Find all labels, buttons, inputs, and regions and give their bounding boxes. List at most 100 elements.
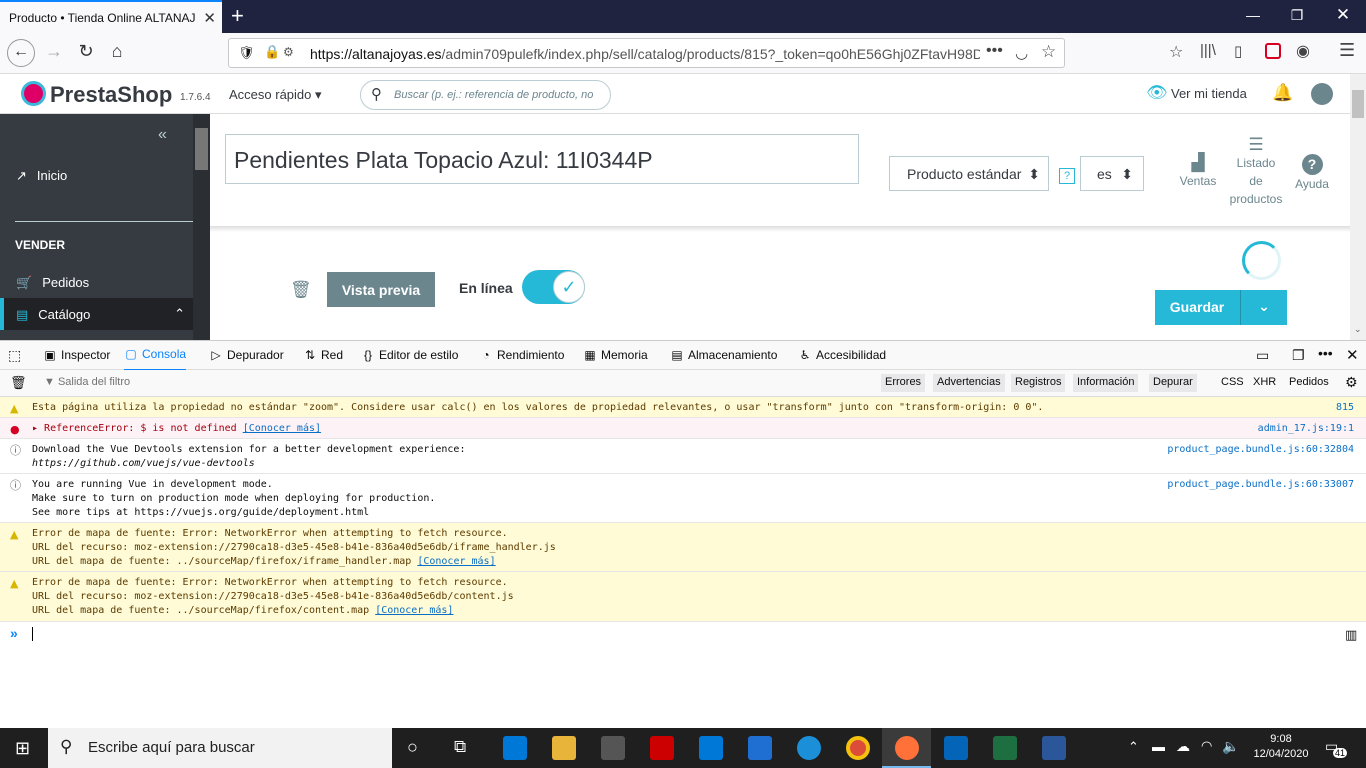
message-source[interactable]: 815 <box>1336 401 1354 415</box>
filter-css[interactable]: CSS <box>1221 376 1244 388</box>
scroll-down-icon[interactable]: ⌄ <box>1354 324 1362 335</box>
back-icon[interactable]: ← <box>7 39 35 67</box>
close-icon[interactable]: ✕ <box>203 9 216 27</box>
window-close-icon[interactable]: ✕ <box>1333 5 1353 25</box>
page-scrollbar[interactable]: ⌄ <box>1350 74 1366 340</box>
firefox-taskbar-button[interactable] <box>882 728 931 768</box>
filter-input[interactable]: ▼ Salida del filtro <box>44 376 130 388</box>
windows-start-icon[interactable]: ⊞ <box>15 738 30 759</box>
view-store-link[interactable]: Ver mi tienda <box>1171 86 1247 101</box>
chevron-down-icon[interactable]: ⌄ <box>1240 290 1287 325</box>
battery-icon[interactable]: ▬ <box>1152 739 1165 754</box>
bell-icon[interactable]: 🔔 <box>1272 83 1293 103</box>
bookmark-star-icon[interactable]: ☆ <box>1041 42 1056 62</box>
restore-icon[interactable]: ❐ <box>1287 7 1307 24</box>
filter-logs[interactable]: Registros <box>1011 374 1066 392</box>
filter-warnings[interactable]: Advertencias <box>933 374 1005 392</box>
message-source[interactable]: admin_17.js:19:1 <box>1258 422 1354 436</box>
more-icon[interactable]: ••• <box>1318 345 1333 361</box>
filter-errors[interactable]: Errores <box>881 374 926 392</box>
file-explorer-icon[interactable] <box>552 736 576 760</box>
tab-accessibility[interactable]: ♿ Accesibilidad <box>798 348 886 362</box>
gift-icon[interactable] <box>650 736 674 760</box>
tab-performance[interactable]: ◔ Rendimiento <box>479 348 564 362</box>
edge-icon[interactable] <box>503 736 527 760</box>
trash-icon[interactable]: 🗑 <box>290 280 312 300</box>
pocket-extension-icon[interactable] <box>1265 43 1281 59</box>
library-icon[interactable]: |||\ <box>1200 42 1216 59</box>
message-source[interactable]: product_page.bundle.js:60:33007 <box>1167 478 1354 492</box>
clock[interactable]: 9:08 12/04/2020 <box>1249 732 1313 762</box>
product-list-button[interactable]: ☰ Listado de productos <box>1225 136 1287 208</box>
product-type-select[interactable]: Producto estándar ⬍ <box>889 156 1049 191</box>
filter-xhr[interactable]: XHR <box>1253 376 1276 388</box>
mail-icon[interactable] <box>699 736 723 760</box>
store-icon[interactable] <box>601 736 625 760</box>
permissions-icon[interactable]: ⚙ <box>283 45 294 59</box>
learn-more-link[interactable]: [Conocer más] <box>417 556 495 567</box>
tab-debugger[interactable]: ▷ Depurador <box>209 348 283 362</box>
expand-icon[interactable]: ▸ <box>32 423 44 434</box>
sidebar-icon[interactable]: ▯ <box>1234 42 1242 60</box>
volume-icon[interactable]: 🔈 <box>1222 738 1239 755</box>
language-select[interactable]: es ⬍ <box>1080 156 1144 191</box>
help-button[interactable]: ? Ayuda <box>1292 154 1332 193</box>
reload-icon[interactable]: ↻ <box>73 41 99 67</box>
filter-requests[interactable]: Pedidos <box>1289 376 1329 388</box>
home-icon[interactable]: ⌂ <box>104 41 130 67</box>
account-icon[interactable]: ◉ <box>1296 41 1310 61</box>
minimize-icon[interactable]: — <box>1243 7 1263 23</box>
scroll-thumb[interactable] <box>1352 90 1364 118</box>
starred-icon[interactable]: ☆ <box>1169 42 1183 62</box>
sidebar-scrollbar[interactable] <box>193 114 210 340</box>
outlook-icon[interactable] <box>944 736 968 760</box>
sales-button[interactable]: ▟ Ventas <box>1176 154 1220 190</box>
url-bar[interactable]: 🛡 🔒 ⚙ https://altanajoyas.es/admin709pul… <box>228 38 1065 68</box>
help-badge-icon[interactable]: ? <box>1059 168 1075 184</box>
picker-icon[interactable]: ⬚ <box>8 347 21 364</box>
excel-icon[interactable] <box>993 736 1017 760</box>
responsive-icon[interactable]: ▭ <box>1256 347 1269 364</box>
tab-storage[interactable]: ▤ Almacenamiento <box>670 348 777 362</box>
cortana-icon[interactable]: ○ <box>407 737 418 758</box>
lock-icon[interactable]: 🔒 <box>264 44 280 60</box>
quick-access-dropdown[interactable]: Acceso rápido ▾ <box>229 87 322 103</box>
filter-debug[interactable]: Depurar <box>1149 374 1197 392</box>
online-toggle[interactable]: ✓ <box>522 270 585 304</box>
cloud-icon[interactable]: ☁ <box>1176 738 1190 755</box>
prestashop-logo-icon[interactable] <box>21 81 46 106</box>
tab-inspector[interactable]: ▣ Inspector <box>43 348 110 362</box>
filter-info[interactable]: Información <box>1073 374 1139 392</box>
tab-style-editor[interactable]: {} Editor de estilo <box>361 348 458 362</box>
collapse-icon[interactable]: « <box>158 126 167 144</box>
eye-icon[interactable]: 👁 <box>1146 83 1168 103</box>
word-icon[interactable] <box>1042 736 1066 760</box>
trash-icon[interactable]: 🗑 <box>10 375 27 391</box>
page-actions-icon[interactable]: ••• <box>986 42 1003 60</box>
remote-desktop-icon[interactable] <box>748 736 772 760</box>
internet-explorer-icon[interactable] <box>797 736 821 760</box>
editor-mode-icon[interactable]: ▥ <box>1345 627 1357 643</box>
taskbar-search[interactable]: ⚲ Escribe aquí para buscar <box>48 728 392 768</box>
dock-icon[interactable]: ❐ <box>1292 347 1305 364</box>
sidebar-item-pedidos[interactable]: 🛒 Pedidos <box>0 275 193 291</box>
product-name-input[interactable]: Pendientes Plata Topacio Azul: 11I0344P <box>225 134 859 184</box>
forward-icon[interactable]: → <box>41 41 67 67</box>
menu-icon[interactable]: ☰ <box>1339 40 1355 61</box>
message-source[interactable]: product_page.bundle.js:60:32804 <box>1167 443 1354 457</box>
sidebar-item-catalogo[interactable]: ▤ Catálogo ⌃ <box>0 298 193 330</box>
tab-console[interactable]: ▢ Consola <box>124 347 187 371</box>
tab-network[interactable]: ⇅ Red <box>303 348 343 362</box>
chevron-up-icon[interactable]: ⌃ <box>1128 739 1139 755</box>
tab-memory[interactable]: ▦ Memoria <box>583 348 647 362</box>
close-devtools-icon[interactable]: ✕ <box>1346 346 1359 364</box>
chrome-icon[interactable] <box>846 736 870 760</box>
user-avatar-icon[interactable] <box>1311 83 1333 105</box>
learn-more-link[interactable]: [Conocer más] <box>243 423 321 434</box>
search-input[interactable]: ⚲ Buscar (p. ej.: referencia de producto… <box>360 80 611 110</box>
save-button[interactable]: Guardar <box>1155 290 1239 325</box>
learn-more-link[interactable]: [Conocer más] <box>375 605 453 616</box>
settings-icon[interactable]: ⚙ <box>1345 374 1358 391</box>
pocket-icon[interactable]: ◡ <box>1015 44 1028 62</box>
preview-button[interactable]: Vista previa <box>327 272 435 307</box>
